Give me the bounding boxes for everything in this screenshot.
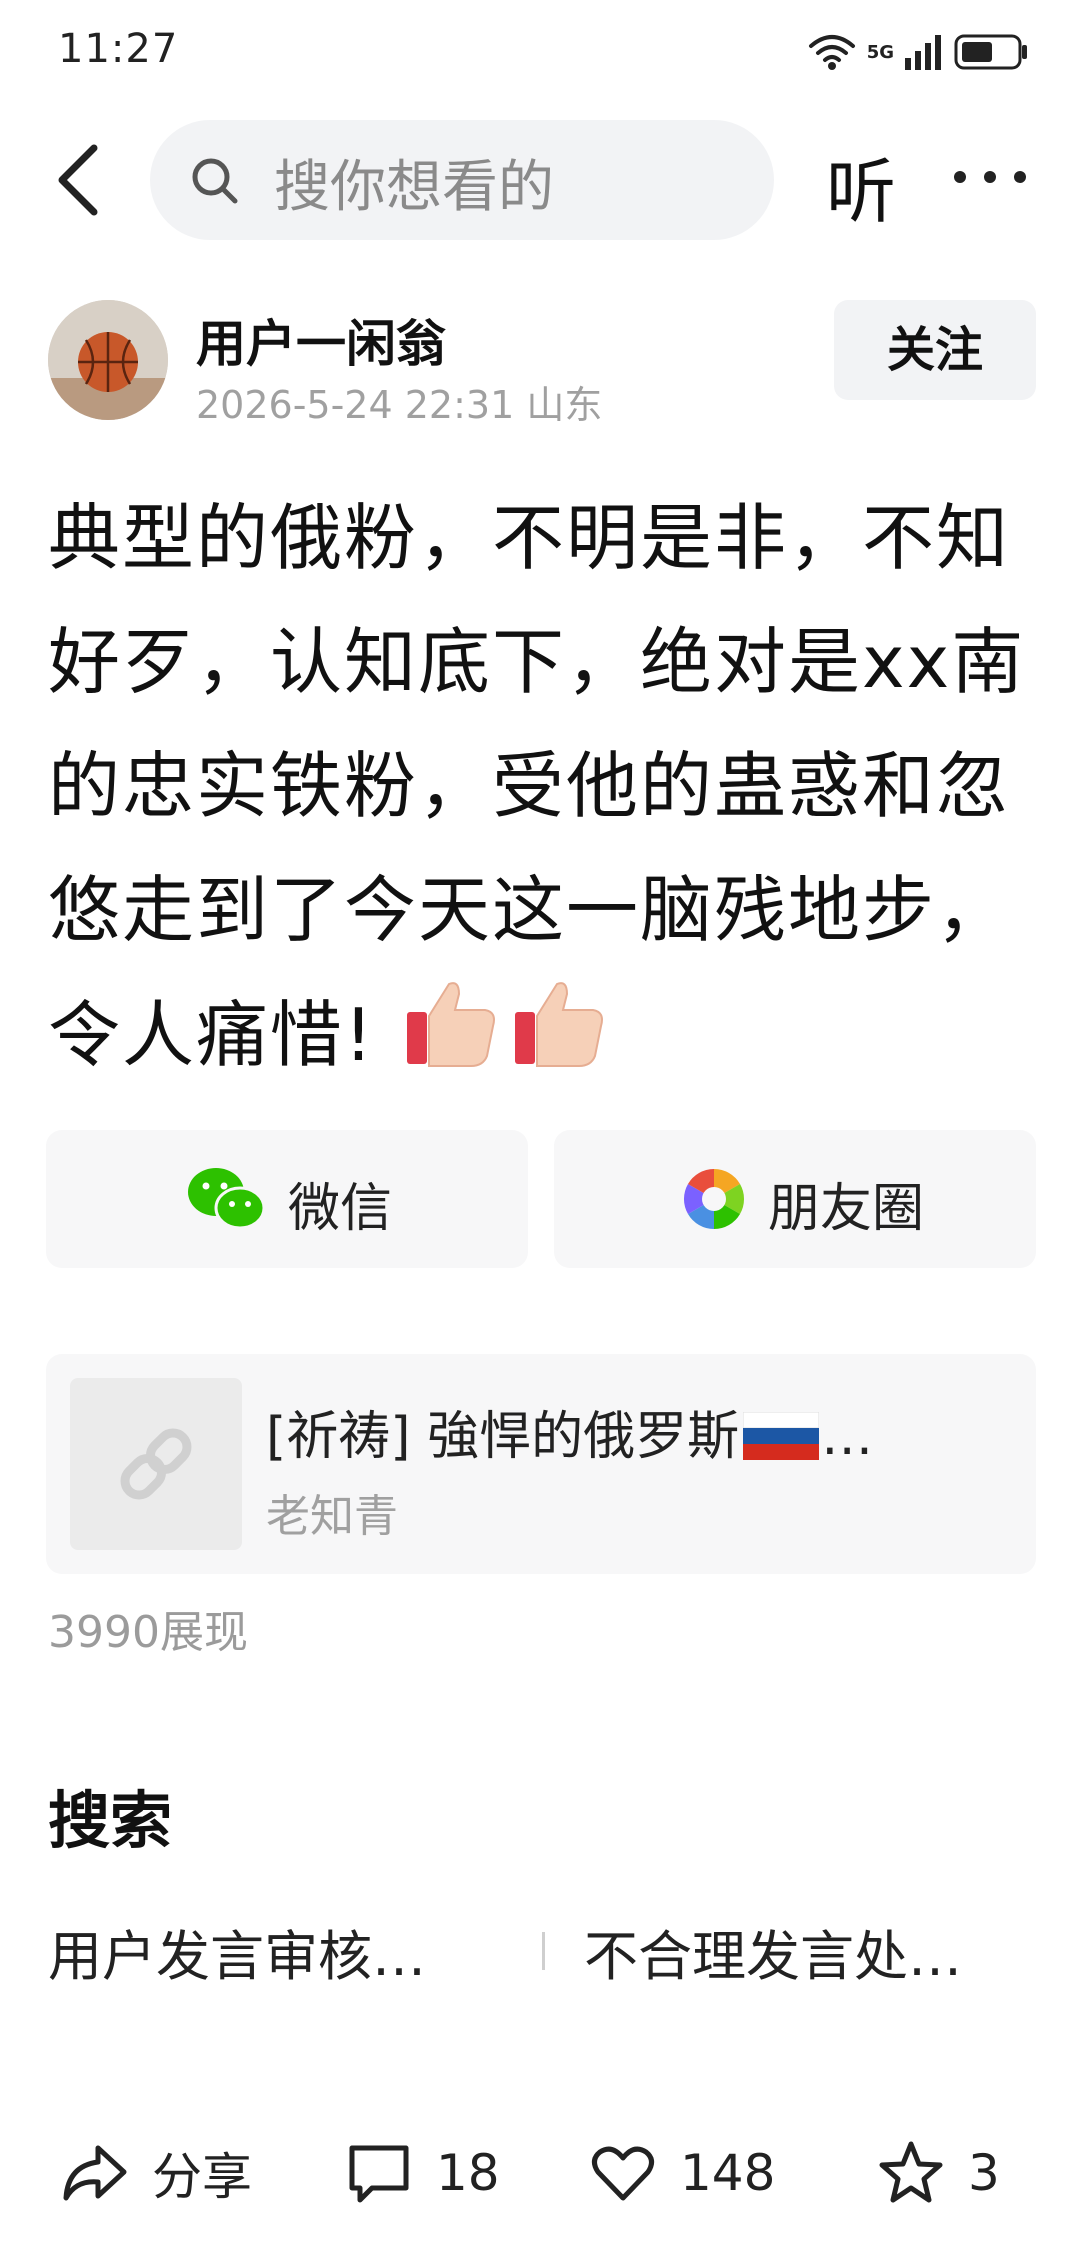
link-title-text: [祈祷] 強悍的俄罗斯 <box>266 1407 740 1467</box>
share-wechat-label: 微信 <box>288 1179 393 1239</box>
network-type: 5G <box>866 41 894 63</box>
post-meta: 2026-5-24 22:31 山东 <box>196 383 603 427</box>
favorite-button[interactable]: 3 <box>876 2138 1000 2208</box>
bottom-action-bar: 分享 18 148 3 <box>0 2120 1080 2230</box>
view-count: 3990展现 <box>48 1607 248 1658</box>
link-source: 老知青 <box>266 1491 398 1542</box>
author-name[interactable]: 用户一闲翁 <box>196 304 446 376</box>
share-button[interactable]: 分享 <box>60 2138 252 2208</box>
comment-count: 18 <box>436 2144 500 2202</box>
link-title-ellipsis: … <box>821 1407 874 1467</box>
status-bar: 11:27 5G <box>0 0 1080 100</box>
search-suggestion[interactable]: 不合理发言处… <box>584 1912 962 1991</box>
avatar[interactable] <box>48 300 168 420</box>
status-icons: 5G <box>807 30 1030 74</box>
search-suggestion[interactable]: 用户发言审核… <box>48 1912 426 1991</box>
share-moments-label: 朋友圈 <box>768 1179 925 1239</box>
listen-button[interactable]: 听 <box>826 136 896 237</box>
link-thumbnail <box>70 1378 242 1550</box>
star-icon <box>879 2141 943 2203</box>
signal-icon <box>905 35 941 70</box>
search-icon <box>192 158 238 204</box>
search-input[interactable]: 搜你想看的 <box>150 120 774 240</box>
russia-flag-icon <box>743 1412 820 1460</box>
favorite-count: 3 <box>968 2144 1000 2202</box>
follow-button[interactable]: 关注 <box>834 300 1036 400</box>
link-icon <box>120 1428 192 1500</box>
search-placeholder: 搜你想看的 <box>274 155 554 220</box>
share-label: 分享 <box>152 2148 252 2206</box>
link-card[interactable]: [祈祷] 強悍的俄罗斯 … 老知青 <box>46 1354 1036 1574</box>
heart-icon <box>592 2146 654 2201</box>
divider <box>542 1932 545 1970</box>
more-icon[interactable] <box>950 152 1030 202</box>
back-icon[interactable] <box>48 140 118 220</box>
post-body: 典型的俄粉，不明是非，不知好歹，认知底下，绝对是xx南的忠实铁粉，受他的蛊惑和忽… <box>48 476 1038 1097</box>
link-title: [祈祷] 強悍的俄罗斯 … <box>266 1394 1026 1469</box>
battery-icon <box>954 34 1027 70</box>
wechat-icon <box>188 1168 266 1230</box>
share-moments-button[interactable]: 朋友圈 <box>554 1130 1036 1268</box>
share-wechat-button[interactable]: 微信 <box>46 1130 528 1268</box>
share-icon <box>63 2145 127 2201</box>
wifi-icon <box>808 35 855 70</box>
basketball-avatar-image <box>48 300 168 420</box>
thumbs-up-emoji <box>514 982 603 1067</box>
thumbs-up-emoji <box>406 982 495 1067</box>
like-count: 148 <box>680 2144 776 2202</box>
status-time: 11:27 <box>58 26 179 72</box>
top-header: 搜你想看的 听 <box>0 118 1080 242</box>
comment-icon <box>349 2145 409 2203</box>
like-button[interactable]: 148 <box>588 2138 775 2208</box>
search-section-title: 搜索 <box>48 1784 173 1857</box>
comment-button[interactable]: 18 <box>344 2138 500 2208</box>
moments-icon <box>683 1169 745 1229</box>
